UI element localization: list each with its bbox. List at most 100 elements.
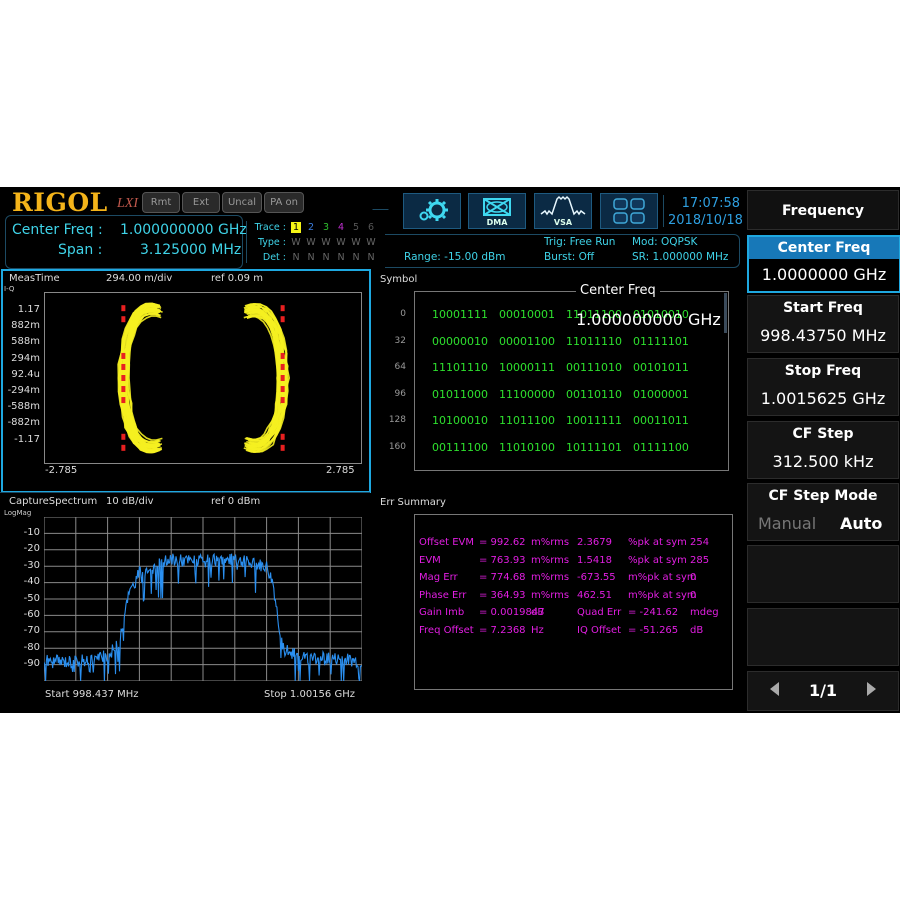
ext-indicator[interactable]: Ext: [182, 192, 220, 213]
err-cell: m%pk at sym: [628, 572, 697, 584]
layout-button[interactable]: [600, 193, 658, 229]
softkey-cf-step-mode[interactable]: CF Step Mode Manual Auto: [747, 483, 899, 541]
iq-symbol-point: [280, 397, 285, 404]
err-cell: IQ Offset: [577, 625, 622, 636]
spectrum-ytick-label: -10: [23, 527, 40, 538]
iq-symbol-point: [121, 386, 126, 393]
trace-6-selector[interactable]: 6: [366, 222, 376, 233]
err-cell: dB: [690, 625, 704, 636]
iq-ytick-label: 92.4u: [11, 368, 40, 380]
softkey-label: Start Freq: [783, 300, 863, 316]
iq-ytick-label: 882m: [11, 320, 40, 332]
err-cell: m%rms: [531, 554, 570, 566]
iq-symbol-point: [280, 352, 285, 359]
trace-det: N: [367, 252, 375, 263]
overlay-value: 1.000000000 GHz: [576, 310, 721, 329]
trace-label: Trace :: [254, 222, 286, 233]
symbol-offset: 32: [394, 335, 406, 346]
iq-symbol-point: [121, 397, 126, 404]
trace-2-selector[interactable]: 2: [306, 222, 316, 233]
iq-trajectory-group: [117, 302, 291, 454]
lxi-logo: LXI: [117, 196, 138, 211]
err-cell: 462.51: [577, 589, 612, 601]
spectrum-scale: 10 dB/div: [106, 496, 154, 507]
trace-type: W: [351, 237, 361, 248]
iq-symbol-point: [121, 363, 126, 370]
symbol-scrollbar[interactable]: [724, 293, 727, 333]
spectrum-sub: LogMag: [4, 509, 32, 517]
iq-xmin: -2.785: [45, 465, 78, 476]
range-status: Range: -15.00 dBm: [404, 251, 506, 263]
vsa-button[interactable]: VSA: [534, 193, 592, 229]
err-cell: Hz: [531, 625, 544, 636]
symbol-title: Symbol: [380, 274, 418, 285]
span-value[interactable]: 3.125000 MHz: [140, 242, 241, 258]
rmt-indicator[interactable]: Rmt: [142, 192, 180, 213]
softkey-stop-freq[interactable]: Stop Freq 1.0015625 GHz: [747, 358, 899, 416]
spectrum-ytick-label: -50: [23, 592, 40, 604]
err-cell: = -51.265: [628, 625, 679, 636]
iq-ytick-label: 1.17: [17, 304, 40, 315]
iq-ytick-label: -1.17: [14, 433, 40, 445]
iq-symbol-point: [280, 375, 285, 381]
iq-symbol-point: [121, 305, 126, 312]
iq-ytick-label: -882m: [7, 417, 40, 429]
dma-label: DMA: [486, 218, 508, 227]
spectrum-title: CaptureSpectrum: [9, 496, 98, 507]
overlay-title: Center Freq: [576, 283, 660, 298]
symbol-offset: 96: [394, 388, 406, 399]
det-label: Det :: [262, 252, 286, 263]
layout-grid-icon: [613, 198, 645, 224]
iq-symbol-point: [280, 305, 285, 312]
err-cell: %pk at sym: [628, 554, 687, 566]
trace-3-selector[interactable]: 3: [321, 222, 331, 233]
err-cell: = 763.93: [479, 554, 526, 566]
softkey-start-freq[interactable]: Start Freq 998.43750 MHz: [747, 295, 899, 353]
option-manual[interactable]: Manual: [758, 514, 816, 533]
iq-symbol-point: [121, 375, 126, 381]
softkey-empty-1[interactable]: [747, 545, 899, 603]
symbol-bits: 01011000 11100000 00110110 01000001: [432, 387, 689, 401]
type-label: Type :: [257, 237, 286, 248]
trace-type: W: [291, 237, 301, 248]
softkey-center-freq[interactable]: Center Freq 1.0000000 GHz: [747, 235, 900, 293]
iq-symbol-point: [121, 316, 126, 323]
iq-symbol-point: [280, 433, 285, 440]
softkey-label: Center Freq: [777, 240, 871, 256]
option-auto[interactable]: Auto: [840, 514, 882, 533]
trace-type: W: [306, 237, 316, 248]
softkey-cf-step[interactable]: CF Step 312.500 kHz: [747, 421, 899, 479]
err-cell: dB: [531, 607, 545, 619]
trace-4-selector[interactable]: 4: [336, 222, 346, 233]
burst-status: Burst: Off: [544, 251, 595, 263]
spectrum-ytick-label: -80: [23, 641, 40, 653]
center-freq-value[interactable]: 1.000000000 GHz: [120, 222, 247, 238]
gear-icon: [419, 199, 448, 221]
err-cell: mdeg: [690, 607, 719, 619]
uncal-indicator[interactable]: Uncal: [222, 192, 262, 213]
mod-status: Mod: OQPSK: [632, 236, 698, 248]
err-cell: = 7.2368: [479, 625, 526, 636]
iq-symbol-point: [121, 433, 126, 440]
trace-1-selector[interactable]: 1: [291, 222, 301, 233]
next-page-icon[interactable]: [867, 682, 876, 696]
symbol-bits: 10100010 11011100 10011111 00011011: [432, 414, 689, 427]
symbol-offset: 160: [388, 441, 406, 452]
iq-ytick-label: -294m: [7, 385, 40, 396]
err-cell: Offset EVM: [419, 537, 475, 548]
pa-on-indicator[interactable]: PA on: [264, 192, 304, 213]
iq-symbol-point: [280, 316, 285, 323]
softkey-empty-2[interactable]: [747, 608, 899, 666]
symbol-bits: 00111100 11010100 10111101 01111100: [432, 440, 689, 454]
trace-5-selector[interactable]: 5: [351, 222, 361, 233]
date: 2018/10/18: [668, 213, 743, 228]
dma-button[interactable]: DMA: [468, 193, 526, 229]
settings-button[interactable]: [403, 193, 461, 229]
span-label: Span :: [58, 242, 103, 258]
err-cell: 0: [690, 589, 697, 601]
divider: [0, 492, 370, 493]
rigol-logo: RIGOL: [12, 188, 108, 217]
err-cell: -673.55: [577, 572, 616, 584]
iq-frame: [44, 292, 362, 464]
err-cell: m%rms: [531, 537, 570, 548]
